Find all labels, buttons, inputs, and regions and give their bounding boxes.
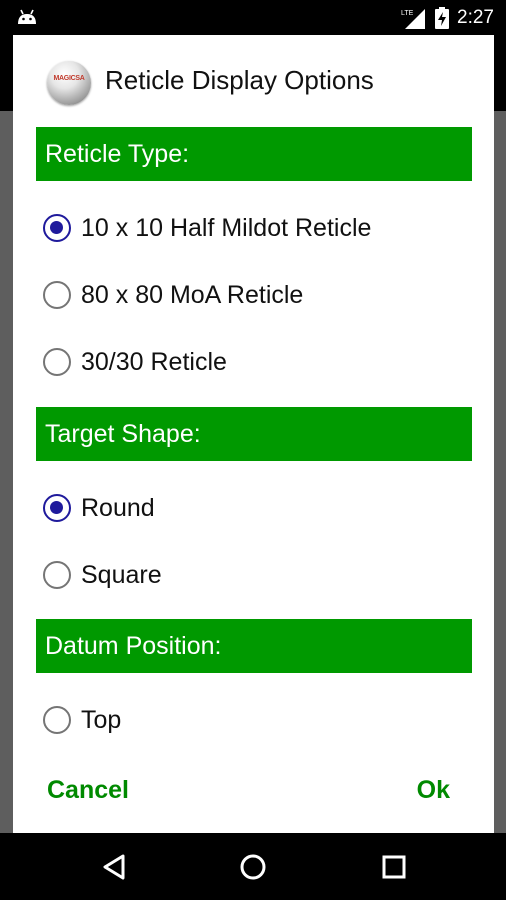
radio-button[interactable] bbox=[43, 348, 71, 376]
radio-option-square[interactable]: Square bbox=[43, 555, 162, 595]
section-header-reticle-type: Reticle Type: bbox=[36, 127, 472, 181]
radio-option-label: 10 x 10 Half Mildot Reticle bbox=[81, 213, 372, 242]
app-logo-icon: MAGICSA bbox=[47, 61, 91, 105]
recents-icon[interactable] bbox=[377, 851, 411, 883]
battery-charging-icon bbox=[435, 6, 450, 29]
radio-option-label: 80 x 80 MoA Reticle bbox=[81, 280, 304, 309]
radio-option-label: 30/30 Reticle bbox=[81, 347, 227, 376]
cancel-button[interactable]: Cancel bbox=[47, 776, 129, 805]
app-logo-text: MAGICSA bbox=[53, 75, 85, 82]
radio-option-label: Top bbox=[81, 705, 122, 734]
radio-button[interactable] bbox=[43, 281, 71, 309]
reticle-display-options-dialog: MAGICSA Reticle Display Options Reticle … bbox=[13, 35, 494, 833]
radio-option-half-mildot[interactable]: 10 x 10 Half Mildot Reticle bbox=[43, 208, 371, 248]
radio-button-checked[interactable] bbox=[43, 214, 71, 242]
home-icon[interactable] bbox=[236, 851, 270, 883]
svg-text:LTE: LTE bbox=[401, 10, 414, 17]
android-icon bbox=[18, 9, 36, 24]
status-time: 2:27 bbox=[457, 6, 494, 28]
radio-option-label: Round bbox=[81, 493, 155, 522]
radio-button[interactable] bbox=[43, 706, 71, 734]
radio-option-round[interactable]: Round bbox=[43, 488, 155, 528]
radio-button[interactable] bbox=[43, 561, 71, 589]
lte-signal-icon: LTE bbox=[401, 8, 426, 29]
dialog-title: Reticle Display Options bbox=[105, 65, 374, 95]
radio-button-checked[interactable] bbox=[43, 494, 71, 522]
radio-option-30-30[interactable]: 30/30 Reticle bbox=[43, 342, 227, 382]
radio-option-moa[interactable]: 80 x 80 MoA Reticle bbox=[43, 275, 303, 315]
navigation-bar bbox=[0, 833, 506, 900]
section-header-datum-position: Datum Position: bbox=[36, 619, 472, 673]
section-header-target-shape: Target Shape: bbox=[36, 407, 472, 461]
ok-button[interactable]: Ok bbox=[417, 776, 450, 805]
radio-option-label: Square bbox=[81, 560, 162, 589]
radio-option-top[interactable]: Top bbox=[43, 700, 121, 740]
status-bar: LTE 2:27 bbox=[0, 0, 506, 35]
dialog-title-bar: MAGICSA Reticle Display Options bbox=[13, 35, 494, 127]
back-icon[interactable] bbox=[97, 851, 131, 883]
